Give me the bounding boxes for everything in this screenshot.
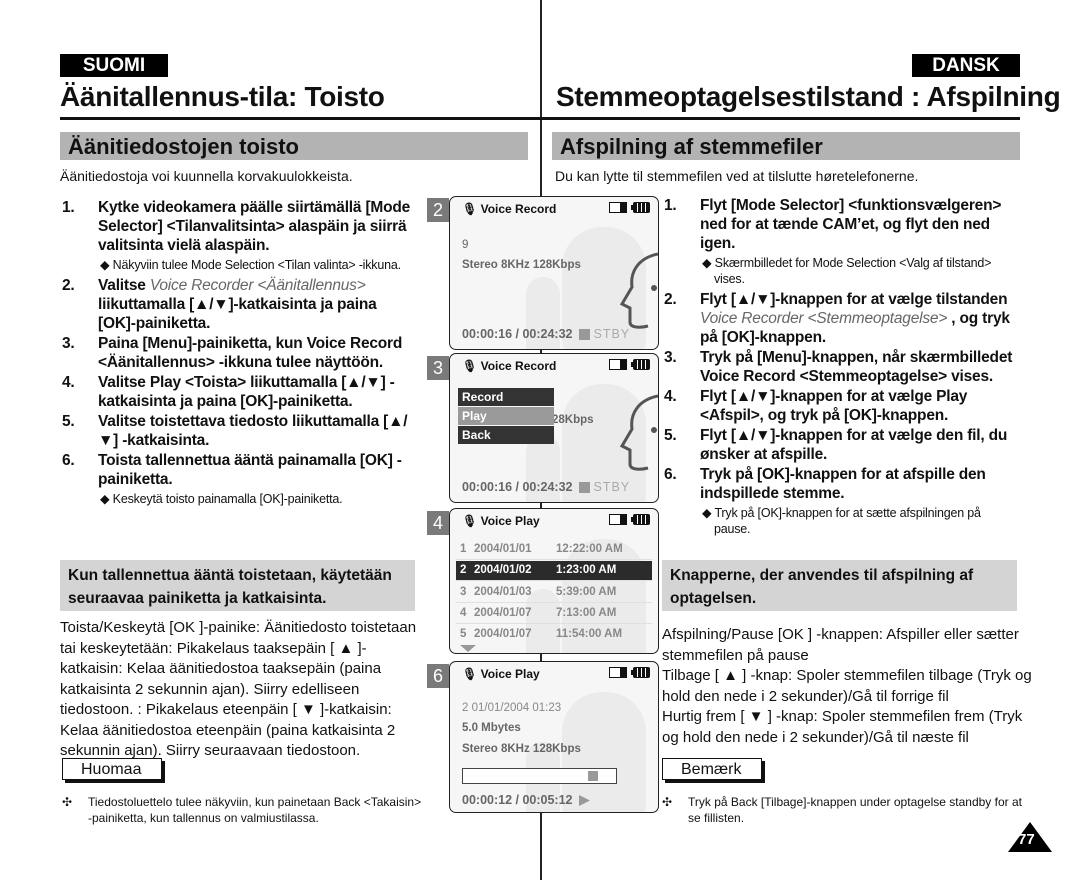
buttons-description-da: Afspilning/Pause [OK ] -knappen: Afspill…: [662, 626, 1032, 746]
file-list-row[interactable]: 3 2004/01/03 5:39:00 AM: [456, 583, 652, 603]
stop-icon: [578, 328, 590, 340]
screen-header: 🎙 Voice Play: [462, 514, 540, 528]
buttons-heading-fi: Kun tallennettua ääntä toistetaan, käyte…: [60, 560, 415, 611]
status-text: STBY: [593, 327, 631, 341]
battery-icon: [631, 514, 650, 525]
head-silhouette-icon: [619, 394, 658, 471]
menu-item-record[interactable]: Record: [458, 388, 554, 406]
microphone-icon: 🎙: [462, 667, 478, 681]
audio-quality: Stereo 8KHz 128Kbps: [462, 259, 581, 271]
play-icon: [578, 794, 590, 806]
playback-progress-bar[interactable]: [462, 768, 617, 784]
note-text-da: ✣ Tryk på Back [Tilbage]-knappen under o…: [662, 795, 1022, 825]
screen-voice-record: 🎙 Voice Record 9 Stereo 8KHz 128Kbps 00:…: [449, 196, 659, 350]
intro-text-fi: Äänitiedostoja voi kuunnella korvakuulok…: [60, 168, 353, 184]
file-list-row[interactable]: 5 2004/01/07 11:54:00 AM: [456, 625, 652, 644]
screen-header: 🎙 Voice Play: [462, 667, 540, 681]
file-count: 9: [462, 239, 469, 251]
memory-in-icon: [609, 359, 627, 370]
page-number: 77: [1018, 831, 1035, 848]
file-list-row[interactable]: 4 2004/01/07 7:13:00 AM: [456, 604, 652, 624]
memory-in-icon: [609, 514, 627, 525]
section-heading-da: Afspilning af stemmefiler: [552, 132, 1020, 160]
battery-icon: [631, 667, 650, 678]
intro-text-da: Du kan lytte til stemmefilen ved at tils…: [555, 168, 919, 184]
menu-item-play[interactable]: Play: [458, 407, 554, 425]
note-bullet-icon: ✣: [662, 795, 673, 809]
step-item: 6. Tryk på [OK]-knappen for at afspille d…: [664, 466, 986, 536]
step-item: 4. Flyt [▲/▼]-knappen for at vælge Play <…: [664, 388, 968, 424]
step-item: 5. Flyt [▲/▼]-knappen for at vælge den fi…: [664, 427, 1008, 463]
screen-header: 🎙 Voice Record: [462, 202, 557, 216]
screen-step-number: 2: [427, 198, 449, 222]
status-icons: [609, 202, 650, 213]
page-title-fi: Äänitallennus-tila: Toisto: [60, 81, 385, 112]
language-label-dansk: DANSK: [912, 54, 1020, 77]
note-label-fi: Huomaa: [62, 758, 162, 780]
menu-item-back[interactable]: Back: [458, 426, 554, 444]
screen-header: 🎙 Voice Record: [462, 359, 557, 373]
note-bullet-icon: ✣: [62, 795, 73, 809]
microphone-icon: 🎙: [462, 202, 478, 216]
page-title-da: Stemmeoptagelsestilstand : Afspilning: [556, 81, 1061, 112]
battery-icon: [631, 359, 650, 370]
status-icons: [609, 359, 650, 370]
step-item: 3. Tryk på [Menu]-knappen, når skærmbille…: [664, 349, 1013, 385]
screen-step-number: 3: [427, 356, 449, 380]
step-item: 2. Valitse Voice Recorder <Äänitallennus>…: [62, 277, 377, 332]
step-item: 6. Toista tallennettua ääntä painamalla […: [62, 452, 402, 506]
step-item: 3. Paina [Menu]-painiketta, kun Voice Rec…: [62, 335, 403, 371]
steps-list-fi: 1. Kytke videokamera päälle siirtämällä […: [62, 198, 418, 510]
file-list-row[interactable]: 1 2004/01/01 12:22:00 AM: [456, 540, 652, 560]
step-item: 1. Flyt [Mode Selector] <funktionsvælgere…: [664, 197, 1002, 286]
head-silhouette-icon: [619, 252, 658, 329]
step-item: 2. Flyt [▲/▼]-knappen for at vælge tilsta…: [664, 291, 1010, 346]
audio-quality-partial: 28Kbps: [552, 414, 594, 426]
screen-voice-play: 🎙 Voice Play 2 01/01/2004 01:23 5.0 Mbyt…: [449, 661, 659, 813]
microphone-icon: 🎙: [462, 359, 478, 373]
note-label-da: Bemærk: [662, 758, 762, 780]
audio-quality: Stereo 8KHz 128Kbps: [462, 743, 581, 755]
screen-step-number: 6: [427, 664, 449, 688]
memory-in-icon: [609, 667, 627, 678]
status-icons: [609, 514, 650, 525]
battery-icon: [631, 202, 650, 213]
title-rule: [60, 117, 1020, 120]
note-text-fi: ✣ Tiedostoluettelo tulee näkyviin, kun p…: [62, 795, 422, 825]
steps-list-da: 1. Flyt [Mode Selector] <funktionsvælgere…: [664, 196, 1020, 540]
language-label-suomi: SUOMI: [60, 54, 168, 77]
screen-voice-play-list: 🎙 Voice Play 1 2004/01/01 12:22:00 AM 2 200…: [449, 508, 659, 654]
status-icons: [609, 667, 650, 678]
progress-knob[interactable]: [588, 771, 599, 781]
microphone-icon: 🎙: [462, 514, 478, 528]
file-info: 2 01/01/2004 01:23: [462, 702, 562, 714]
time-readout: 00:00:12 / 00:05:12: [462, 793, 590, 807]
status-text: STBY: [593, 480, 631, 494]
step-item: 5. Valitse toistettava tiedosto liikuttam…: [62, 413, 408, 449]
screen-voice-record-menu: 🎙 Voice Record 28Kbps Record Play Back 0…: [449, 353, 659, 503]
step-item: 1. Kytke videokamera päälle siirtämällä […: [62, 199, 411, 272]
buttons-description-fi: Toista/Keskeytä [OK ]-painike: Äänitiedo…: [60, 619, 417, 759]
file-list-row-selected[interactable]: 2 2004/01/02 1:23:00 AM: [456, 561, 652, 581]
stop-icon: [578, 481, 590, 493]
memory-in-icon: [609, 202, 627, 213]
step-item: 4. Valitse Play <Toista> liikuttamalla [▲…: [62, 374, 395, 410]
time-readout: 00:00:16 / 00:24:32 STBY: [462, 327, 631, 341]
popup-menu: Record Play Back: [458, 388, 554, 445]
scroll-down-arrow-icon[interactable]: [460, 645, 476, 653]
time-readout: 00:00:16 / 00:24:32 STBY: [462, 480, 631, 494]
buttons-heading-da: Knapperne, der anvendes til afspilning a…: [662, 560, 1017, 611]
screen-step-number: 4: [427, 511, 449, 535]
file-size: 5.0 Mbytes: [462, 722, 521, 734]
page-number-badge: 77: [1008, 822, 1052, 852]
section-heading-fi: Äänitiedostojen toisto: [60, 132, 528, 160]
